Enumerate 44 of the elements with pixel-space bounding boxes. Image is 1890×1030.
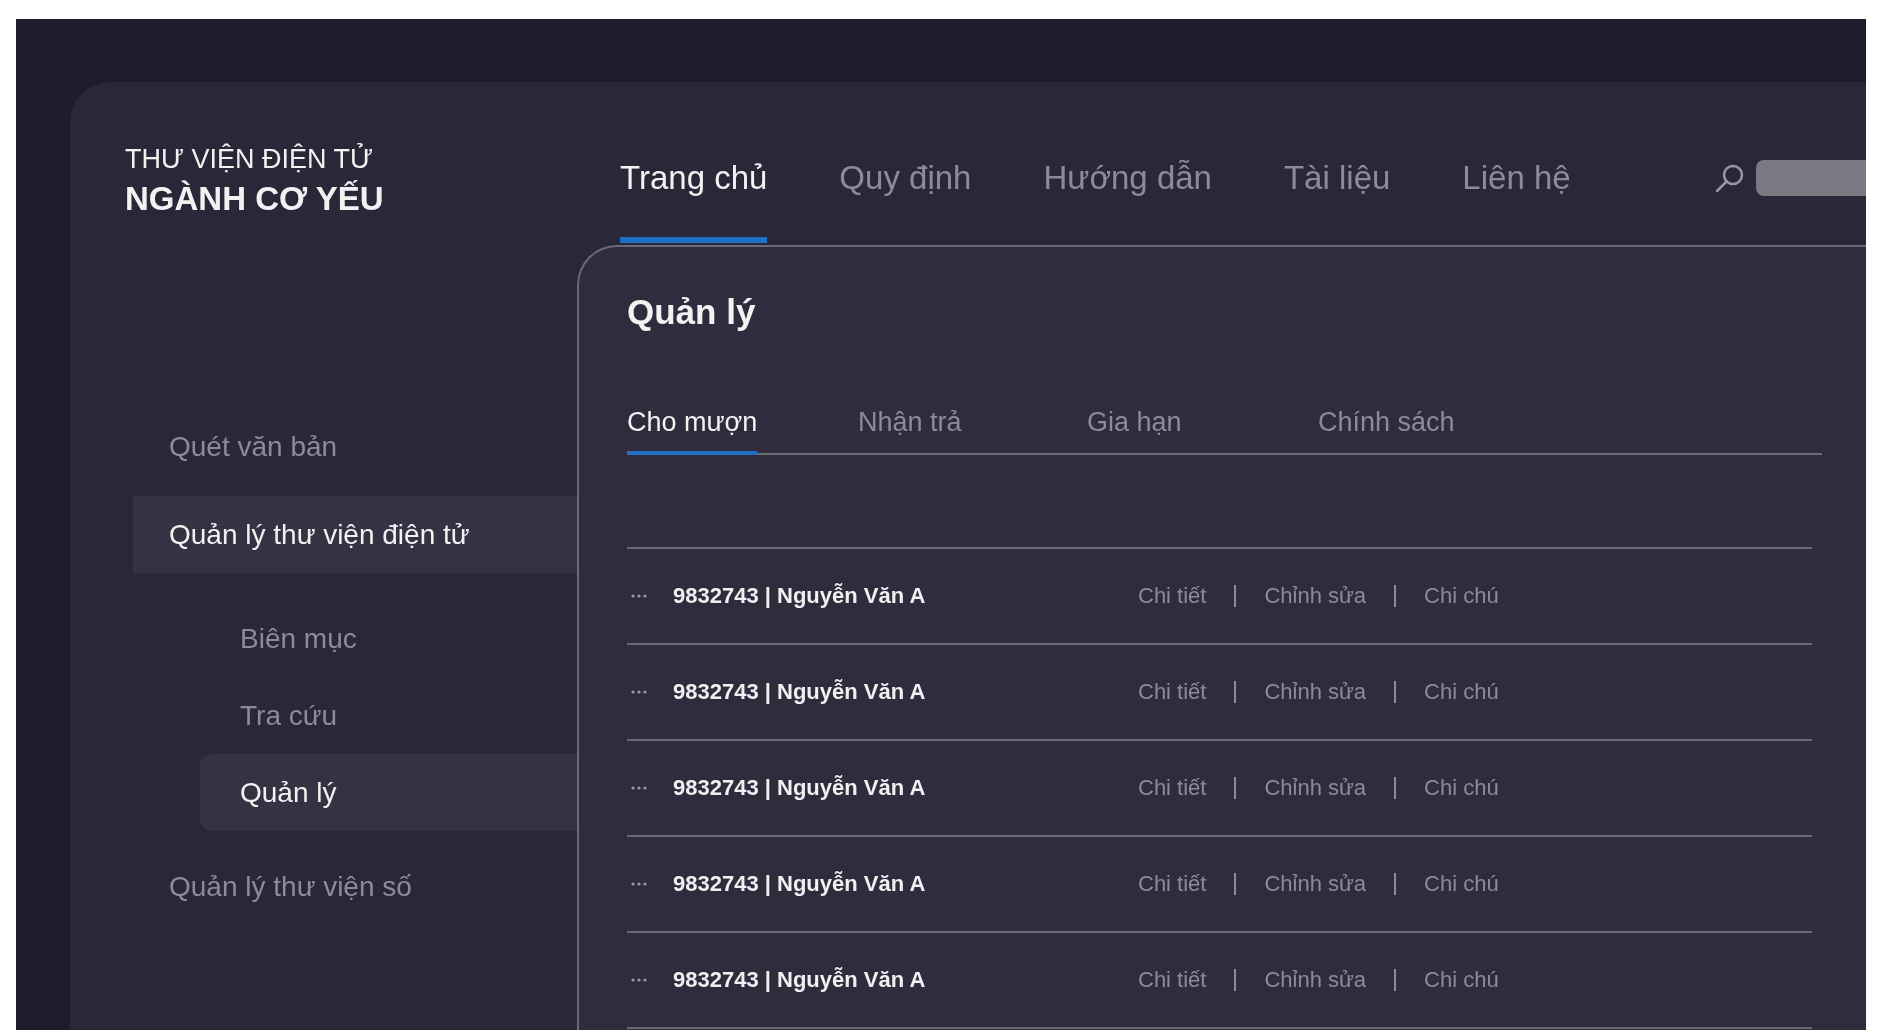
search-icon[interactable] <box>1714 162 1746 194</box>
more-icon[interactable] <box>630 881 648 887</box>
action-link[interactable]: Chỉnh sửa <box>1264 583 1367 609</box>
action-link[interactable]: Chi chú <box>1424 679 1499 705</box>
sidebar-item[interactable]: Quét văn bản <box>133 408 577 485</box>
sidebar-item[interactable]: Quản lý <box>200 754 577 831</box>
action-link[interactable]: Chi tiết <box>1138 679 1207 705</box>
action-link[interactable]: Chỉnh sửa <box>1264 967 1367 993</box>
action-link[interactable]: Chỉnh sửa <box>1264 679 1367 705</box>
nav-tab[interactable]: Tài liệu <box>1283 154 1391 243</box>
sidebar-item[interactable]: Tra cứu <box>200 677 577 754</box>
brand-subtitle: NGÀNH CƠ YẾU <box>125 179 384 219</box>
record-title: 9832743 | Nguyễn Văn A <box>673 871 927 897</box>
sub-tab[interactable]: Cho mượn <box>627 399 758 455</box>
action-link[interactable]: Chi chú <box>1424 583 1499 609</box>
record-title: 9832743 | Nguyễn Văn A <box>673 775 927 801</box>
action-link[interactable]: Chỉnh sửa <box>1264 775 1367 801</box>
sidebar-item[interactable]: Biên mục <box>200 600 577 677</box>
sub-tab[interactable]: Chính sách <box>1318 399 1455 455</box>
nav-tab[interactable]: Hướng dẫn <box>1043 154 1212 243</box>
more-icon[interactable] <box>630 593 648 599</box>
action-link[interactable]: Chi tiết <box>1138 967 1207 993</box>
action-link[interactable]: Chi chú <box>1424 871 1499 897</box>
nav-tab[interactable]: Quy định <box>839 154 972 243</box>
record-title: 9832743 | Nguyễn Văn A <box>673 967 927 993</box>
sub-tab[interactable]: Nhận trả <box>858 399 962 455</box>
action-link[interactable]: Chỉnh sửa <box>1264 871 1367 897</box>
sidebar-item[interactable]: Quản lý thư viện số <box>133 848 577 925</box>
action-link[interactable]: Chi tiết <box>1138 583 1207 609</box>
panel-title: Quản lý <box>627 291 756 333</box>
more-icon[interactable] <box>630 785 648 791</box>
action-link[interactable]: Chi tiết <box>1138 775 1207 801</box>
brand-title: THƯ VIỆN ĐIỆN TỬ <box>125 142 374 176</box>
action-link[interactable]: Chi chú <box>1424 967 1499 993</box>
record-title: 9832743 | Nguyễn Văn A <box>673 679 927 705</box>
record-title: 9832743 | Nguyễn Văn A <box>673 583 927 609</box>
more-icon[interactable] <box>630 977 648 983</box>
more-icon[interactable] <box>630 689 648 695</box>
sub-tab[interactable]: Gia hạn <box>1087 399 1182 455</box>
nav-tab[interactable]: Liên hệ <box>1462 154 1571 243</box>
sidebar-item[interactable]: Quản lý thư viện điện tử <box>133 496 577 573</box>
action-link[interactable]: Chi chú <box>1424 775 1499 801</box>
action-link[interactable]: Chi tiết <box>1138 871 1207 897</box>
search-field[interactable] <box>1756 160 1866 196</box>
